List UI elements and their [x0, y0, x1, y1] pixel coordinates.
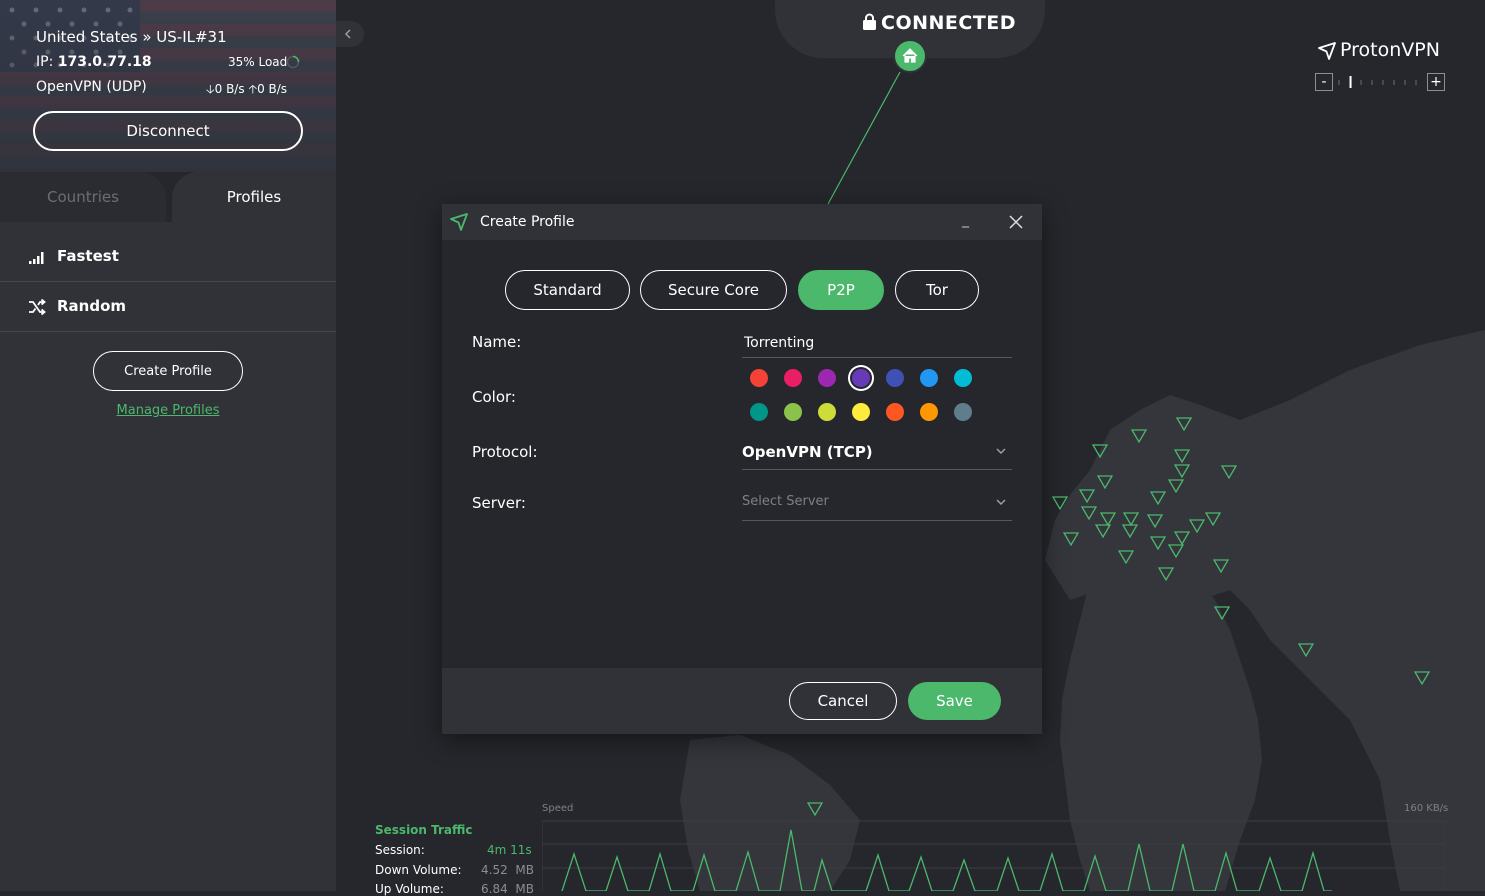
- ip-address: IP: 173.0.77.18: [36, 54, 152, 70]
- profile-item-label: Random: [57, 297, 127, 315]
- connection-status: CONNECTED: [862, 12, 1016, 34]
- type-secure-core-button[interactable]: Secure Core: [640, 270, 787, 310]
- sidebar-tabs: Countries Profiles: [0, 172, 336, 222]
- down-speed: 0 B/s: [214, 82, 245, 96]
- protonvpn-logo-icon: [1318, 42, 1336, 60]
- status-label: CONNECTED: [881, 12, 1017, 34]
- color-swatch[interactable]: [886, 369, 904, 387]
- zoom-out-button[interactable]: -: [1315, 73, 1333, 91]
- up-volume-value: 6.84 MB: [481, 882, 534, 896]
- connection-header: United States » US-IL#31 IP: 173.0.77.18…: [0, 0, 336, 172]
- dialog-titlebar: Create Profile _: [442, 204, 1042, 240]
- create-profile-dialog: Create Profile _ Standard Secure Core P2…: [442, 204, 1042, 734]
- down-volume-unit: MB: [515, 863, 534, 877]
- session-value: 4m 11s: [487, 843, 532, 857]
- shuffle-icon: [29, 298, 46, 316]
- session-traffic-title: Session Traffic: [375, 823, 473, 837]
- up-volume-unit: MB: [515, 882, 534, 896]
- speed-graph-line: [561, 829, 1332, 891]
- color-swatch[interactable]: [852, 369, 870, 387]
- close-icon[interactable]: [1009, 215, 1023, 229]
- down-volume-number: 4.52: [481, 863, 508, 877]
- color-swatch[interactable]: [920, 369, 938, 387]
- arrow-up-icon: 🡡: [248, 82, 258, 96]
- protocol-select[interactable]: OpenVPN (TCP): [742, 432, 1012, 470]
- signal-bars-icon: [29, 252, 44, 264]
- color-swatch[interactable]: [750, 403, 768, 421]
- server-underline: [742, 520, 1012, 521]
- down-volume-label: Down Volume:: [375, 863, 462, 877]
- color-swatch[interactable]: [954, 403, 972, 421]
- profile-item-label: Fastest: [57, 247, 119, 265]
- brand-name: ProtonVPN: [1340, 39, 1440, 61]
- speed-graph: [542, 820, 1445, 891]
- tab-profiles[interactable]: Profiles: [172, 172, 336, 222]
- session-label: Session:: [375, 843, 425, 857]
- dialog-footer: Cancel Save: [442, 668, 1042, 734]
- down-volume-value: 4.52 MB: [481, 863, 534, 877]
- color-swatch[interactable]: [784, 403, 802, 421]
- profile-name-input[interactable]: [742, 330, 1016, 356]
- chevron-down-icon: [996, 448, 1006, 454]
- create-profile-button[interactable]: Create Profile: [93, 351, 243, 391]
- zoom-in-button[interactable]: +: [1427, 73, 1445, 91]
- home-icon: [902, 48, 918, 63]
- type-p2p-button[interactable]: P2P: [798, 270, 884, 310]
- arrow-down-icon: 🡣: [206, 82, 215, 96]
- color-swatch[interactable]: [954, 369, 972, 387]
- server-location: United States » US-IL#31: [36, 28, 227, 46]
- server-placeholder: Select Server: [742, 494, 829, 509]
- lock-icon: [863, 13, 876, 30]
- ip-label: IP:: [36, 54, 54, 70]
- ip-value: 173.0.77.18: [57, 54, 152, 70]
- color-swatch[interactable]: [852, 403, 870, 421]
- speed-label: Speed: [542, 803, 574, 814]
- color-swatch[interactable]: [818, 369, 836, 387]
- up-volume-number: 6.84: [481, 882, 508, 896]
- up-volume-label: Up Volume:: [375, 882, 444, 896]
- type-tor-button[interactable]: Tor: [895, 270, 979, 310]
- speed-max-label: 160 KB/s: [1404, 803, 1449, 814]
- tab-countries[interactable]: Countries: [0, 172, 166, 222]
- profile-item-fastest[interactable]: Fastest: [0, 232, 336, 282]
- dialog-title: Create Profile: [480, 214, 575, 230]
- manage-profiles-link[interactable]: Manage Profiles: [0, 403, 336, 418]
- load-ring-icon: [286, 55, 300, 69]
- name-label: Name:: [472, 333, 522, 351]
- type-standard-button[interactable]: Standard: [505, 270, 630, 310]
- color-swatch[interactable]: [784, 369, 802, 387]
- profile-item-random[interactable]: Random: [0, 282, 336, 332]
- server-select[interactable]: Select Server: [742, 484, 1012, 522]
- color-swatch[interactable]: [750, 369, 768, 387]
- up-speed: 0 B/s: [257, 82, 288, 96]
- color-swatch[interactable]: [818, 403, 836, 421]
- protonvpn-logo-icon: [450, 213, 468, 231]
- color-label: Color:: [472, 388, 516, 406]
- disconnect-button[interactable]: Disconnect: [33, 111, 303, 151]
- protocol-label: Protocol:: [472, 443, 538, 461]
- color-swatch[interactable]: [886, 403, 904, 421]
- chevron-down-icon: [996, 499, 1006, 505]
- server-load: 35% Load: [228, 55, 288, 69]
- save-button[interactable]: Save: [908, 682, 1001, 720]
- server-label: Server:: [472, 494, 526, 512]
- protocol-underline: [742, 469, 1012, 470]
- connection-line: [827, 71, 901, 205]
- sidebar: United States » US-IL#31 IP: 173.0.77.18…: [0, 0, 336, 891]
- connection-protocol: OpenVPN (UDP): [36, 79, 147, 95]
- cancel-button[interactable]: Cancel: [789, 682, 897, 720]
- transfer-speeds: 🡣0 B/s 🡡0 B/s: [206, 80, 287, 101]
- zoom-slider[interactable]: [1337, 74, 1427, 90]
- name-underline: [742, 357, 1012, 358]
- protocol-value: OpenVPN (TCP): [742, 443, 873, 461]
- home-location-pin[interactable]: [893, 39, 927, 73]
- color-swatch[interactable]: [920, 403, 938, 421]
- minimize-button[interactable]: _: [962, 212, 969, 228]
- speed-graph-grid: [542, 820, 1445, 891]
